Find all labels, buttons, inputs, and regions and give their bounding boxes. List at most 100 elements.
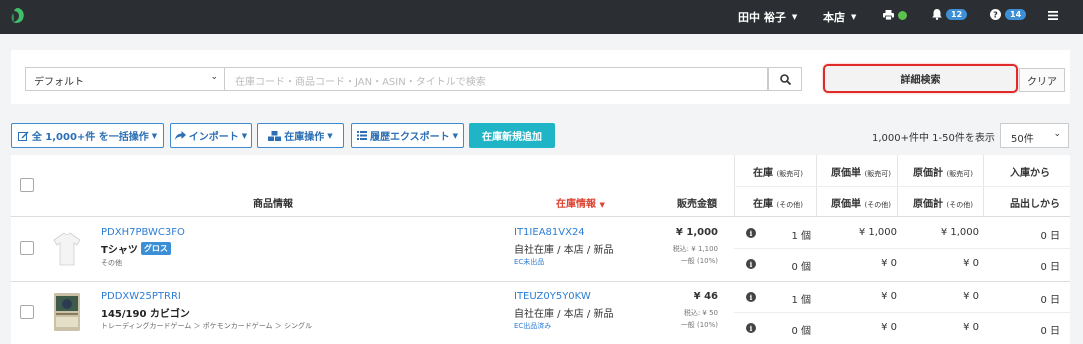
printer-status[interactable] — [883, 10, 907, 20]
caret-down-icon: ▼ — [327, 131, 333, 140]
search-preset-select[interactable]: デフォルト ⌄ — [25, 67, 225, 91]
row-checkbox[interactable] — [20, 305, 34, 319]
cubes-icon — [268, 130, 282, 141]
unit-cost-other-header: 原価単 (その他) — [831, 195, 891, 210]
product-thumbnail-tshirt[interactable] — [51, 230, 83, 268]
sellable-qty: 1 個 — [791, 295, 811, 306]
days-since-listing: 0 日 — [1040, 326, 1060, 337]
product-name: 145/190 カビゴン — [101, 305, 190, 320]
total-cost-sellable-header-sub: (販売可) — [946, 170, 973, 178]
store-name: 本店 — [823, 11, 845, 24]
sellable-total-cost: ¥ 1,000 — [940, 227, 979, 238]
chevron-down-icon: ▼ — [851, 13, 857, 21]
stock-operations-button[interactable]: 在庫操作 ▼ — [257, 123, 344, 148]
per-page-select[interactable]: 50件 ⌄ — [1000, 123, 1069, 148]
bell-icon — [932, 9, 942, 20]
stock-info-header[interactable]: 在庫情報 ▼ — [556, 195, 605, 210]
app-logo-icon[interactable] — [11, 8, 25, 24]
store-menu[interactable]: 本店 ▼ — [823, 9, 856, 25]
ec-status: EC未出品 — [514, 258, 545, 266]
stock-other-header-sub: (その他) — [776, 201, 803, 209]
advanced-search-button[interactable]: 詳細検索 — [823, 64, 1018, 93]
total-cost-other-header-sub: (その他) — [946, 201, 973, 209]
clear-button[interactable]: クリア — [1019, 68, 1065, 92]
edit-icon — [17, 131, 29, 141]
caret-down-icon: ▼ — [452, 131, 459, 140]
row-divider — [11, 281, 1070, 282]
notifications-count-badge: 12 — [946, 9, 968, 20]
unit-cost-sellable-header-sub: (販売可) — [864, 170, 891, 178]
product-category: その他 — [101, 259, 122, 267]
list-icon — [356, 131, 367, 140]
days-since-stock: 0 日 — [1040, 231, 1060, 242]
help-count-badge: 14 — [1005, 9, 1027, 20]
other-qty: 0 個 — [791, 262, 811, 273]
user-name: 田中 裕子 — [738, 11, 786, 24]
row-sub-divider — [734, 248, 1070, 249]
search-button[interactable] — [768, 67, 802, 91]
other-unit-cost: ¥ 0 — [881, 322, 897, 333]
stock-sellable-header-label: 在庫 — [753, 168, 773, 179]
product-sku-link[interactable]: PDXH7PBWC3FO — [101, 227, 185, 238]
sellable-unit-cost: ¥ 0 — [881, 291, 897, 302]
days-since-stock: 0 日 — [1040, 295, 1060, 306]
product-sku-link[interactable]: PDDXW25PTRRI — [101, 291, 181, 302]
unit-cost-other-header-sub: (その他) — [864, 201, 891, 209]
stock-code-link[interactable]: IT1IEA81VX24 — [514, 227, 585, 238]
stock-location: 自社在庫 / 本店 / 新品 — [514, 245, 614, 256]
tax-included-price: 税込: ¥ 50 — [683, 309, 718, 317]
product-info-header: 商品情報 — [253, 199, 293, 210]
search-panel: デフォルト ⌄ 在庫コード・商品コード・JAN・ASIN・タイトルで検索 詳細検… — [11, 50, 1070, 104]
tax-included-price: 税込: ¥ 1,100 — [672, 245, 718, 253]
total-cost-other-header-label: 原価計 — [913, 199, 943, 210]
sale-price: ¥ 1,000 — [675, 227, 718, 238]
product-name-text: 145/190 カビゴン — [101, 309, 190, 320]
row-sub-divider — [734, 312, 1070, 313]
total-cost-sellable-header-label: 原価計 — [913, 168, 943, 179]
stock-info-header-label: 在庫情報 — [556, 199, 596, 210]
header-bottom-border — [11, 216, 1070, 217]
caret-down-icon: ▼ — [151, 131, 158, 140]
pagination-info: 1,000+件中 1-50件を表示 — [872, 133, 995, 144]
other-total-cost: ¥ 0 — [963, 322, 979, 333]
unit-cost-other-header-label: 原価単 — [831, 199, 861, 210]
bulk-operation-label: 全 1,000+件 を一括操作 — [31, 132, 149, 143]
header-row-divider — [734, 186, 1070, 187]
printer-icon — [883, 10, 894, 20]
product-name: Tシャツ グロス — [101, 241, 171, 256]
user-menu[interactable]: 田中 裕子 ▼ — [738, 9, 797, 25]
hamburger-menu-button[interactable] — [1048, 11, 1058, 20]
bulk-operation-button[interactable]: 全 1,000+件 を一括操作 ▼ — [11, 123, 164, 148]
since-listing-header: 品出しから — [1010, 199, 1060, 210]
sort-desc-icon: ▼ — [599, 201, 605, 209]
chevron-down-icon: ⌄ — [210, 72, 218, 82]
other-unit-cost: ¥ 0 — [881, 258, 897, 269]
since-stock-header: 入庫から — [1010, 168, 1050, 179]
notifications-menu[interactable]: 12 — [932, 9, 968, 20]
unit-cost-sellable-header: 原価単 (販売可) — [831, 164, 891, 179]
total-cost-other-header: 原価計 (その他) — [913, 195, 973, 210]
search-input[interactable]: 在庫コード・商品コード・JAN・ASIN・タイトルで検索 — [224, 67, 768, 91]
stock-code-link[interactable]: ITEUZ0Y5Y0KW — [514, 291, 591, 302]
import-button[interactable]: インポート ▼ — [170, 123, 252, 148]
search-icon — [779, 73, 791, 85]
stock-location: 自社在庫 / 本店 / 新品 — [514, 309, 614, 320]
stock-operations-label: 在庫操作 — [284, 132, 325, 143]
stock-table: 商品情報 在庫情報 ▼ 販売金額 在庫 (販売可) 原価単 (販売可) 原価計 … — [11, 155, 1070, 344]
ec-status: EC出品済み — [514, 322, 552, 330]
row-checkbox[interactable] — [20, 241, 34, 255]
import-label: インポート — [188, 132, 239, 143]
help-menu[interactable]: ? 14 — [990, 9, 1027, 20]
select-all-checkbox[interactable] — [20, 178, 34, 192]
product-name-text: Tシャツ — [101, 245, 138, 256]
add-stock-button[interactable]: 在庫新規追加 — [469, 123, 555, 148]
history-export-button[interactable]: 履歴エクスポート ▼ — [351, 123, 464, 148]
product-thumbnail-card[interactable] — [51, 293, 83, 331]
tax-rate: 一般 (10%) — [680, 257, 718, 265]
stock-sellable-header: 在庫 (販売可) — [753, 164, 803, 179]
printer-connected-indicator — [898, 10, 907, 20]
per-page-value: 50件 — [1011, 134, 1034, 145]
share-arrow-icon — [174, 131, 186, 140]
product-tag-badge: グロス — [140, 242, 171, 255]
sellable-qty: 1 個 — [791, 231, 811, 242]
